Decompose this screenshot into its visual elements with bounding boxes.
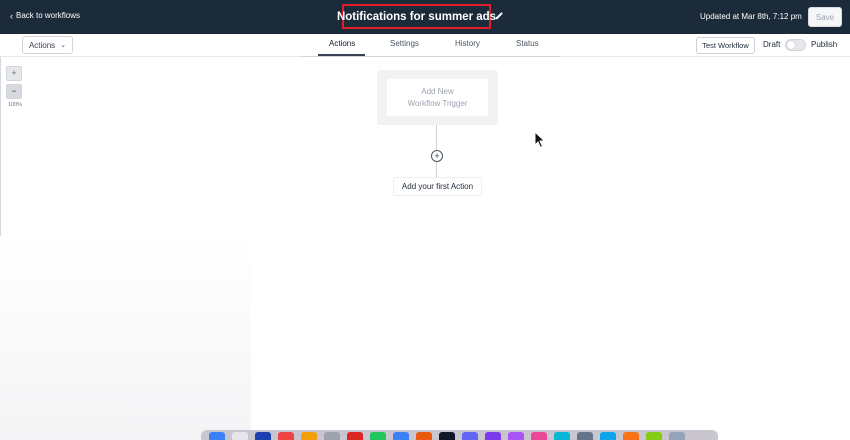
trigger-line-1: Add New [421,86,454,96]
updated-timestamp: Updated at Mar 8th, 7:12 pm [700,12,802,21]
draft-label: Draft [763,40,781,49]
dock-app-icon[interactable] [669,432,685,440]
publish-label: Publish [811,40,838,49]
dock-app-icon[interactable] [577,432,593,440]
pencil-icon[interactable] [494,11,504,21]
workflow-toolbar: Actions ⌄ Actions Settings History Statu… [0,34,850,57]
tab-history[interactable]: History [455,39,480,48]
dock-app-icon[interactable] [324,432,340,440]
zoom-out-button[interactable]: − [6,84,22,99]
test-workflow-button[interactable]: Test Workflow [696,37,755,54]
dock-app-icon[interactable] [370,432,386,440]
dock-app-icon[interactable] [278,432,294,440]
dock-app-icon[interactable] [508,432,524,440]
zoom-in-button[interactable]: + [6,66,22,81]
dock-app-icon[interactable] [416,432,432,440]
chevron-down-icon: ⌄ [60,42,67,49]
workflow-title: Notifications for summer ads [336,10,497,23]
dock-app-icon[interactable] [485,432,501,440]
connector-line [436,125,437,151]
dock-app-icon[interactable] [462,432,478,440]
tab-settings[interactable]: Settings [390,39,419,48]
publish-toggle[interactable] [785,39,806,51]
mouse-cursor-icon [534,131,546,149]
dock-app-icon[interactable] [301,432,317,440]
dock-app-icon[interactable] [232,432,248,440]
zoom-level: 100% [8,102,23,108]
save-button[interactable]: Save [808,7,842,27]
connector-line-lower [436,162,437,177]
macos-dock [201,430,718,440]
tab-status[interactable]: Status [516,39,539,48]
dock-app-icon[interactable] [600,432,616,440]
background-shade [0,236,251,440]
actions-dropdown-label: Actions [28,40,56,50]
add-action-plus-icon[interactable]: + [431,150,443,162]
workflow-title-input[interactable]: Notifications for summer ads [337,4,496,29]
dock-app-icon[interactable] [531,432,547,440]
trigger-line-2: Workflow Trigger [407,98,468,108]
dock-app-icon[interactable] [623,432,639,440]
dock-app-icon[interactable] [209,432,225,440]
back-to-workflows-link[interactable]: ‹ Back to workflows [10,11,80,20]
dock-app-icon[interactable] [393,432,409,440]
dock-app-icon[interactable] [255,432,271,440]
active-tab-indicator [318,54,365,56]
top-bar: ‹ Back to workflows Notifications for su… [0,0,850,34]
add-first-action-button[interactable]: Add your first Action [393,177,482,196]
tab-actions[interactable]: Actions [329,39,355,48]
dock-app-icon[interactable] [439,432,455,440]
toggle-knob [787,41,795,49]
actions-dropdown[interactable]: Actions ⌄ [22,36,73,54]
dock-app-icon[interactable] [554,432,570,440]
back-label: Back to workflows [16,11,81,20]
workflow-trigger-card[interactable]: Add New Workflow Trigger [377,70,498,125]
dock-app-icon[interactable] [347,432,363,440]
add-trigger-button[interactable]: Add New Workflow Trigger [387,79,488,116]
chevron-left-icon: ‹ [10,10,13,21]
dock-app-icon[interactable] [646,432,662,440]
